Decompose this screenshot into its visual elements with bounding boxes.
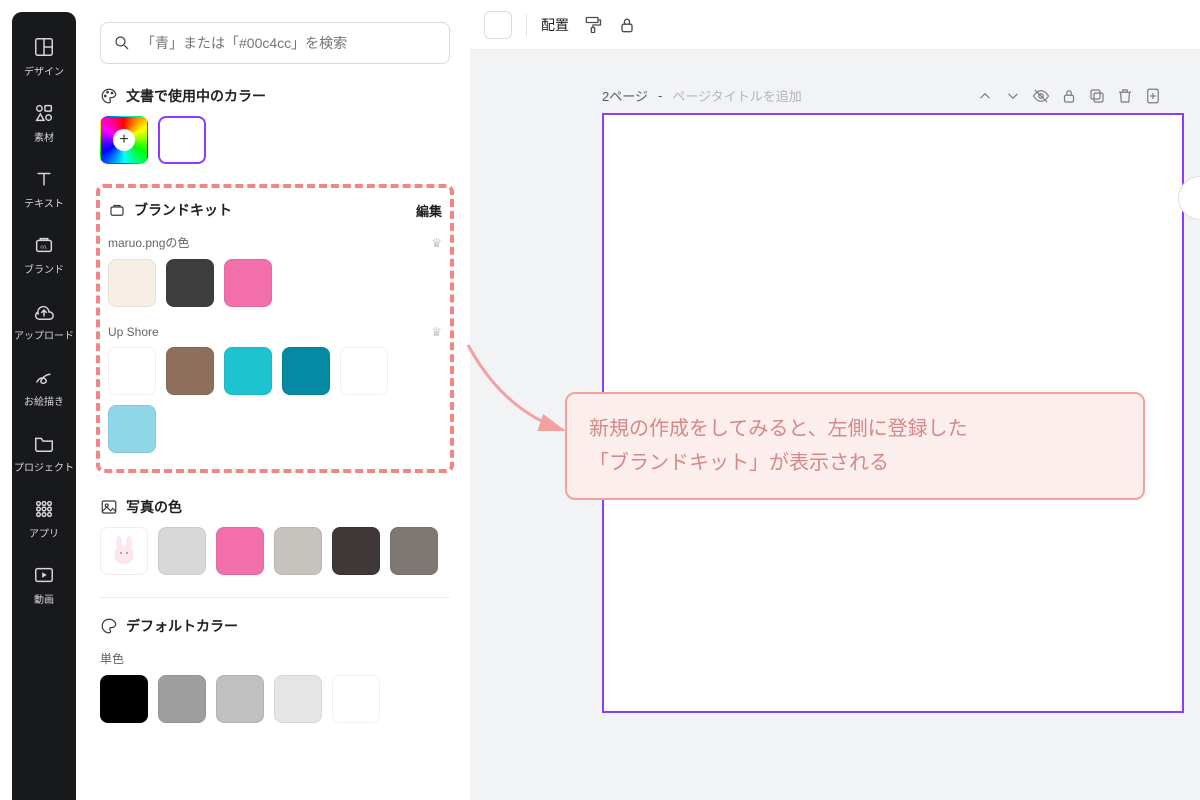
palette-row-upshore — [108, 347, 442, 467]
sidebar-label: アプリ — [29, 525, 59, 540]
sidebar-item-brand[interactable]: co. ブランド — [12, 224, 76, 288]
sidebar-item-video[interactable]: 動画 — [12, 554, 76, 618]
annotation-line2: 「ブランドキット」が表示される — [589, 446, 1121, 480]
color-swatch[interactable] — [166, 347, 214, 395]
visibility-off-icon[interactable] — [1032, 87, 1050, 105]
sidebar-item-draw[interactable]: お絵描き — [12, 356, 76, 420]
sidebar-item-upload[interactable]: アップロード — [12, 290, 76, 354]
sidebar-item-design[interactable]: デザイン — [12, 26, 76, 90]
palette-outline-icon — [100, 617, 118, 635]
color-swatch[interactable] — [224, 259, 272, 307]
paint-roller-icon[interactable] — [583, 15, 603, 35]
svg-text:co.: co. — [40, 245, 48, 251]
context-toolbar: 配置 — [470, 0, 1200, 50]
brandkit-edit-link[interactable]: 編集 — [416, 201, 442, 220]
move-down-icon[interactable] — [1004, 87, 1022, 105]
color-swatch[interactable] — [108, 347, 156, 395]
color-swatch[interactable] — [274, 527, 322, 575]
page-title-sep: - — [658, 88, 662, 103]
crown-icon: ♛ — [431, 325, 442, 339]
sidebar-label: アップロード — [14, 327, 74, 342]
section-title: 写真の色 — [126, 497, 182, 517]
color-swatch[interactable] — [224, 347, 272, 395]
section-title: デフォルトカラー — [126, 616, 238, 636]
color-swatch[interactable] — [158, 675, 206, 723]
add-page-icon[interactable] — [1144, 87, 1162, 105]
page-header: 2ページ - ページタイトルを追加 — [470, 86, 1200, 113]
section-doc-colors: 文書で使用中のカラー + — [88, 72, 462, 184]
sidebar-item-text[interactable]: テキスト — [12, 158, 76, 222]
sidebar-item-elements[interactable]: 素材 — [12, 92, 76, 156]
color-swatch[interactable] — [216, 675, 264, 723]
draw-icon — [33, 366, 55, 388]
palette-icon — [100, 87, 118, 105]
color-swatch[interactable] — [340, 347, 388, 395]
brandkit-highlight: ブランドキット 編集 maruo.pngの色 ♛ Up Shore ♛ — [96, 184, 454, 473]
sidebar-label: 動画 — [34, 591, 54, 606]
photo-thumbnail[interactable] — [100, 527, 148, 575]
color-panel: 文書で使用中のカラー + ブランドキット 編集 maruo.pngの色 ♛ Up… — [88, 12, 462, 800]
shapes-icon — [33, 102, 55, 124]
duplicate-page-icon[interactable] — [1088, 87, 1106, 105]
palette-name: Up Shore — [108, 325, 159, 339]
upload-icon — [33, 300, 55, 322]
position-button[interactable]: 配置 — [541, 15, 569, 35]
bunny-illustration — [106, 533, 142, 569]
brand-icon: co. — [33, 234, 55, 256]
video-icon — [33, 564, 55, 586]
icon-sidebar: デザイン 素材 テキスト co. ブランド アップロード お絵描き プロジェクト… — [12, 12, 76, 800]
sidebar-label: ブランド — [24, 261, 64, 276]
section-title: ブランドキット — [134, 200, 232, 220]
sidebar-label: テキスト — [24, 195, 64, 210]
section-default-colors: デフォルトカラー 単色 — [88, 602, 462, 743]
color-swatch[interactable] — [274, 675, 322, 723]
folder-icon — [33, 432, 55, 454]
grid-icon — [33, 498, 55, 520]
default-sublabel: 単色 — [100, 650, 124, 667]
color-swatch[interactable] — [108, 405, 156, 453]
color-search[interactable] — [100, 22, 450, 64]
color-swatch[interactable] — [166, 259, 214, 307]
search-icon — [113, 34, 131, 52]
page-title-hint[interactable]: ページタイトルを追加 — [672, 86, 801, 105]
color-swatch[interactable] — [332, 527, 380, 575]
section-photo-colors: 写真の色 — [88, 483, 462, 595]
palette-row-maruo — [108, 259, 442, 321]
image-icon — [100, 498, 118, 516]
sidebar-label: お絵描き — [24, 393, 64, 408]
brandkit-icon — [108, 201, 126, 219]
text-icon — [33, 168, 55, 190]
move-up-icon[interactable] — [976, 87, 994, 105]
annotation-line1: 新規の作成をしてみると、左側に登録した — [589, 412, 1121, 446]
layout-icon — [33, 36, 55, 58]
sidebar-label: 素材 — [34, 129, 54, 144]
color-swatch[interactable] — [332, 675, 380, 723]
color-swatch[interactable] — [108, 259, 156, 307]
current-white-swatch[interactable] — [158, 116, 206, 164]
crown-icon: ♛ — [431, 236, 442, 250]
color-swatch[interactable] — [216, 527, 264, 575]
sidebar-item-apps[interactable]: アプリ — [12, 488, 76, 552]
sidebar-label: プロジェクト — [14, 459, 74, 474]
color-swatch[interactable] — [390, 527, 438, 575]
fill-color-chip[interactable] — [484, 11, 512, 39]
search-input[interactable] — [141, 35, 437, 51]
divider — [100, 597, 450, 598]
delete-page-icon[interactable] — [1116, 87, 1134, 105]
page-number: 2ページ — [602, 86, 648, 105]
palette-name: maruo.pngの色 — [108, 234, 189, 251]
color-swatch[interactable] — [100, 675, 148, 723]
add-color-swatch[interactable]: + — [100, 116, 148, 164]
lock-page-icon[interactable] — [1060, 87, 1078, 105]
sidebar-label: デザイン — [24, 63, 64, 78]
annotation-callout: 新規の作成をしてみると、左側に登録した 「ブランドキット」が表示される — [565, 392, 1145, 500]
sidebar-item-projects[interactable]: プロジェクト — [12, 422, 76, 486]
plus-icon: + — [113, 129, 135, 151]
separator — [526, 14, 527, 36]
lock-icon[interactable] — [617, 15, 637, 35]
color-swatch[interactable] — [282, 347, 330, 395]
section-title: 文書で使用中のカラー — [126, 86, 266, 106]
color-swatch[interactable] — [158, 527, 206, 575]
